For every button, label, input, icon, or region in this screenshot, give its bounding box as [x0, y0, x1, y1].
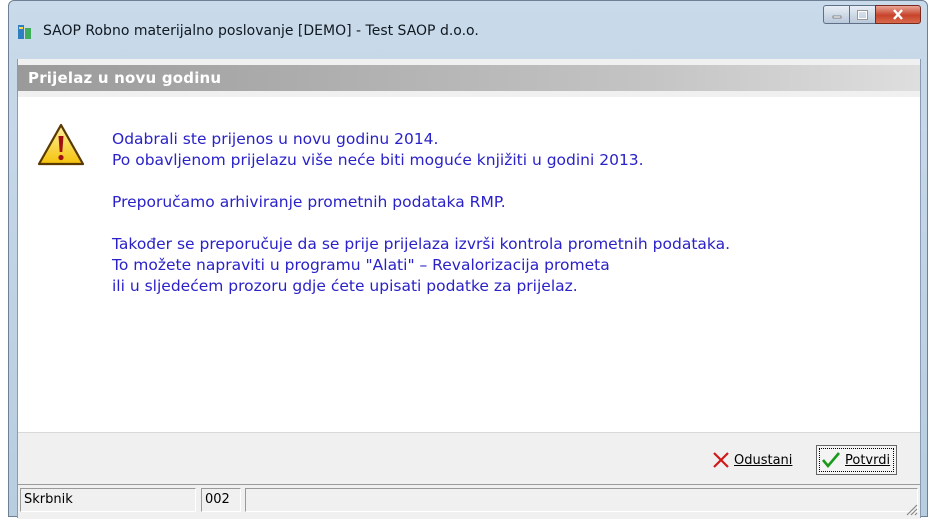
- app-icon: [18, 25, 31, 39]
- resize-grip-icon[interactable]: [904, 502, 918, 516]
- button-bar: Odustani Potvrdi: [18, 432, 920, 483]
- confirm-button[interactable]: Potvrdi: [816, 445, 898, 475]
- message-text: Odabrali ste prijenos u novu godinu 2014…: [112, 129, 730, 297]
- message-line: To možete napraviti u programu "Alati" –…: [112, 256, 610, 274]
- app-window: SAOP Robno materijalno poslovanje [DEMO]…: [8, 0, 928, 519]
- message-line: Preporučamo arhiviranje prometnih podata…: [112, 193, 506, 211]
- cancel-button[interactable]: Odustani: [712, 445, 792, 475]
- message-line: Po obavljenom prijelazu više neće biti m…: [112, 151, 644, 169]
- cancel-label: Odustani: [734, 452, 793, 468]
- close-button[interactable]: [875, 5, 921, 24]
- warning-icon: [37, 123, 85, 166]
- maximize-icon: [857, 9, 868, 20]
- window-title: SAOP Robno materijalno poslovanje [DEMO]…: [43, 23, 479, 39]
- dialog-header: Prijelaz u novu godinu: [18, 65, 920, 91]
- minimize-button[interactable]: [823, 5, 849, 24]
- cancel-icon: [713, 452, 729, 468]
- window-controls: [823, 5, 921, 24]
- dialog-client-area: Prijelaz u novu godinu Odabrali ste prij…: [17, 59, 921, 519]
- status-bar: Skrbnik 002: [18, 484, 920, 519]
- maximize-button[interactable]: [849, 5, 875, 24]
- confirm-label: Potvrdi: [845, 452, 891, 468]
- minimize-icon: [832, 15, 841, 18]
- close-icon: [893, 9, 903, 20]
- status-user: Skrbnik: [20, 488, 196, 512]
- checkmark-icon: [822, 452, 840, 469]
- message-line: Odabrali ste prijenos u novu godinu 2014…: [112, 130, 439, 148]
- message-line: Također se preporučuje da se prije prije…: [112, 235, 731, 253]
- dialog-header-title: Prijelaz u novu godinu: [28, 69, 222, 87]
- message-line: ili u sljedećem prozoru gdje ćete upisat…: [112, 277, 578, 295]
- message-panel: Odabrali ste prijenos u novu godinu 2014…: [18, 97, 920, 432]
- status-info: [245, 488, 918, 512]
- title-bar[interactable]: SAOP Robno materijalno poslovanje [DEMO]…: [9, 1, 927, 59]
- status-code: 002: [201, 488, 241, 512]
